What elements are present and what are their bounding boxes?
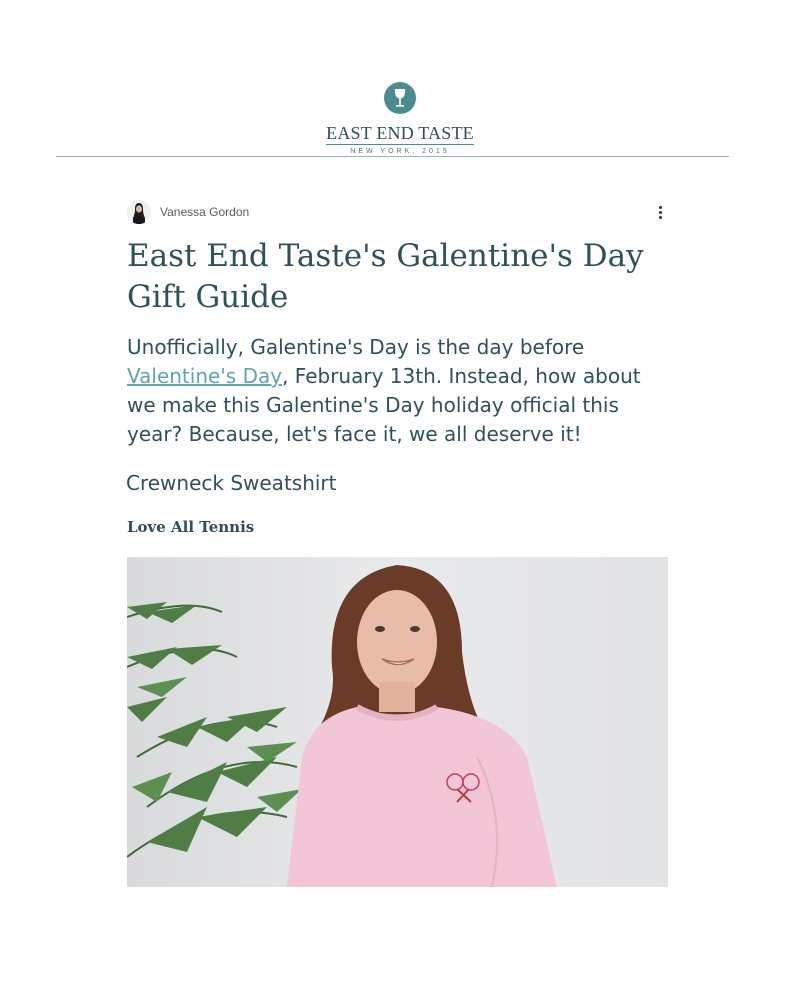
brand-heading: Love All Tennis: [127, 518, 255, 536]
logo-name: EAST END TASTE: [326, 123, 474, 145]
post-title: East End Taste's Galentine's Day Gift Gu…: [127, 238, 644, 315]
intro-text-before: Unofficially, Galentine's Day is the day…: [127, 335, 585, 359]
logo-subtitle: NEW YORK, 2015: [350, 148, 450, 155]
site-header: EAST END TASTE NEW YORK, 2015: [0, 0, 800, 160]
site-logo[interactable]: EAST END TASTE NEW YORK, 2015: [0, 82, 800, 155]
post-author[interactable]: Vanessa Gordon: [127, 199, 249, 225]
post-intro: Unofficially, Galentine's Day is the day…: [127, 333, 672, 449]
author-name[interactable]: Vanessa Gordon: [160, 205, 249, 219]
wine-glass-icon: [384, 82, 416, 114]
more-options-icon[interactable]: [652, 204, 668, 222]
avatar[interactable]: [127, 200, 151, 224]
section-heading: Crewneck Sweatshirt: [126, 471, 337, 495]
header-divider: [56, 156, 729, 157]
valentines-day-link[interactable]: Valentine's Day: [127, 364, 282, 388]
product-photo: [127, 557, 668, 887]
